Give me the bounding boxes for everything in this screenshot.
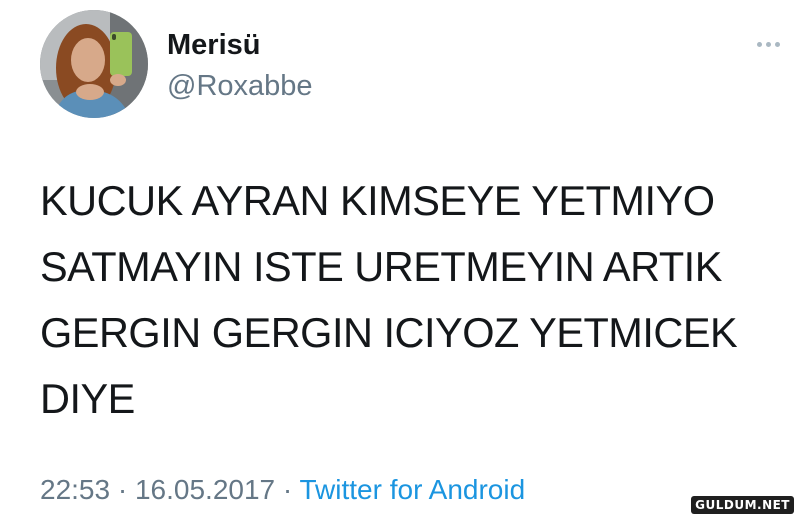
more-options-icon[interactable] <box>748 30 788 58</box>
meta-separator: · <box>282 474 293 505</box>
avatar[interactable] <box>40 10 148 118</box>
meta-separator: · <box>117 474 128 505</box>
tweet-text: KUCUK AYRAN KIMSEYE YETMIYO SATMAYIN IST… <box>40 177 738 422</box>
more-dot <box>765 41 771 47</box>
tweet-card: Merisü @Roxabbe KUCUK AYRAN KIMSEYE YETM… <box>0 0 800 520</box>
more-dot <box>756 41 762 47</box>
tweet-meta: 22:53 · 16.05.2017 · Twitter for Android <box>40 472 525 508</box>
profile-photo <box>40 10 148 118</box>
more-dot <box>774 41 780 47</box>
tweet-source-link[interactable]: Twitter for Android <box>300 474 526 505</box>
tweet-time[interactable]: 22:53 <box>40 474 110 505</box>
user-handle[interactable]: @Roxabbe <box>167 68 313 104</box>
display-name[interactable]: Merisü <box>167 27 260 63</box>
tweet-date[interactable]: 16.05.2017 <box>135 474 275 505</box>
watermark-logo: GULDUM.NET <box>691 496 794 514</box>
